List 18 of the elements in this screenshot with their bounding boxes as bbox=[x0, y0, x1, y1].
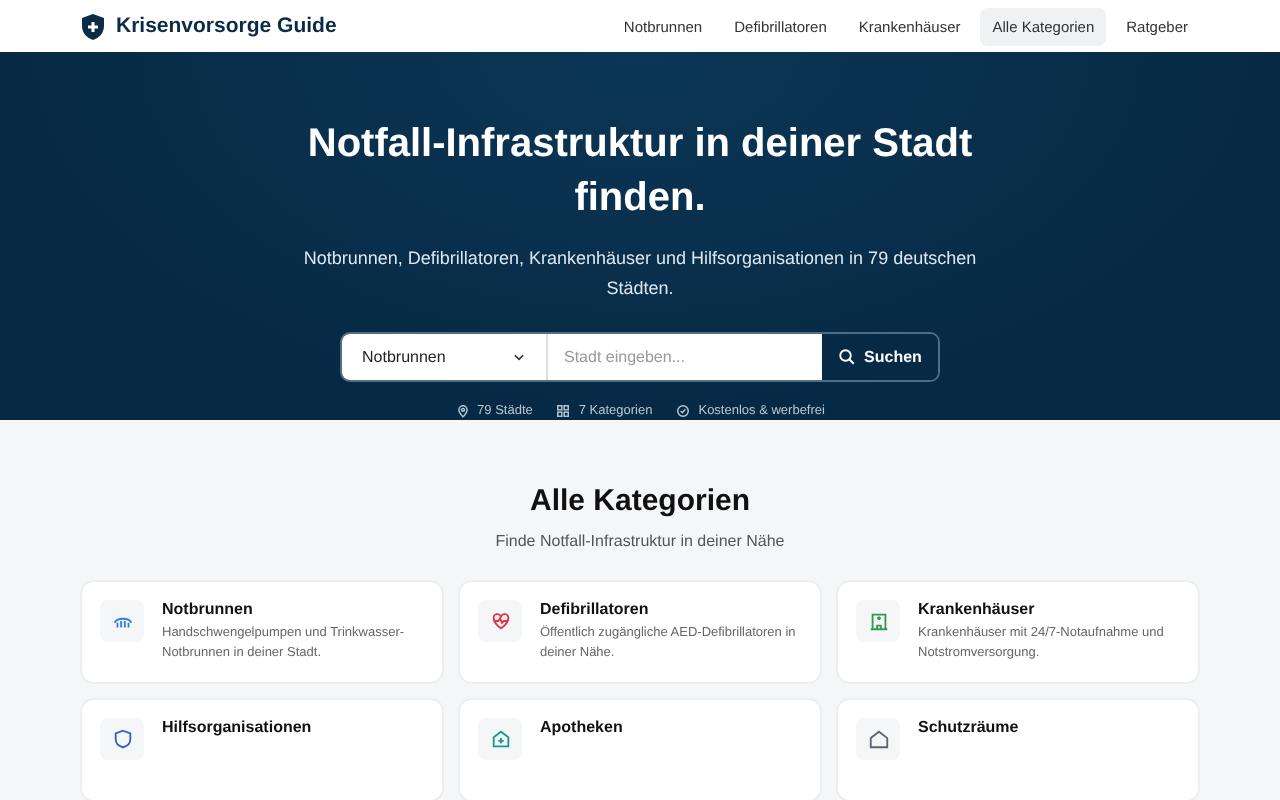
grid-icon bbox=[556, 404, 571, 419]
category-card[interactable]: Hilfsorganisationen bbox=[82, 700, 442, 800]
section-subtitle: Finde Notfall-Infrastruktur in deiner Nähe bbox=[495, 532, 785, 550]
card-title: Schutzräume bbox=[918, 718, 1021, 736]
section-title: Alle Kategorien bbox=[529, 484, 751, 518]
card-title: Defibrillatoren bbox=[540, 600, 651, 618]
hero-title: Notfall-Infrastruktur in deiner Stadt finden. bbox=[305, 120, 975, 225]
shield-cross-icon bbox=[82, 13, 104, 40]
card-title: Apotheken bbox=[540, 718, 625, 736]
hero-subtitle: Notbrunnen, Defibrillatoren, Krankenhäuser und Hilfsorganisationen in 79 deutschen Städten. bbox=[301, 246, 979, 303]
map-pin-icon bbox=[455, 404, 470, 419]
card-title: Hilfsorganisationen bbox=[162, 718, 314, 736]
card-title: Krankenhäuser bbox=[918, 600, 1037, 618]
brand-name[interactable]: Krisenvorsorge Guide bbox=[116, 14, 337, 39]
category-card[interactable]: Schutzräume bbox=[838, 700, 1198, 800]
check-circle-icon bbox=[676, 404, 691, 419]
card-title: Notbrunnen bbox=[162, 600, 255, 618]
category-card[interactable]: Apotheken bbox=[460, 700, 820, 800]
